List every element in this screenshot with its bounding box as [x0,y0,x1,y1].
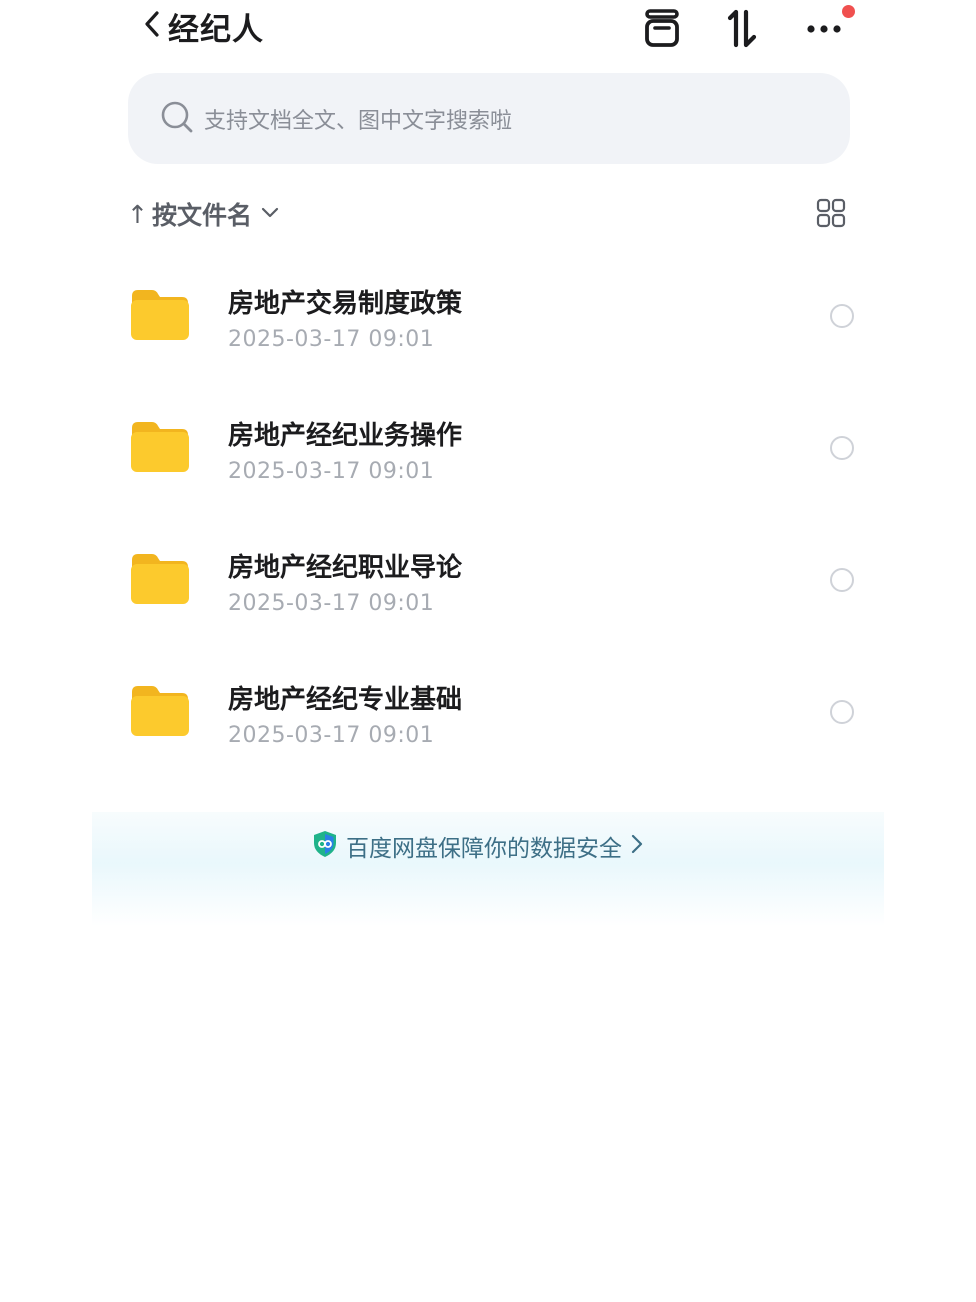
folder-icon [130,420,190,474]
chevron-left-icon [140,8,164,44]
notification-dot [842,5,855,18]
file-row[interactable]: 房地产经纪专业基础 2025-03-17 09:01 [0,646,976,778]
folder-icon [130,684,190,738]
select-checkbox[interactable] [830,436,854,460]
security-banner-link[interactable]: 百度网盘保障你的数据安全 [312,828,644,864]
top-bar: 经纪人 [0,0,976,60]
file-row[interactable]: 房地产经纪职业导论 2025-03-17 09:01 [0,514,976,646]
select-checkbox[interactable] [830,568,854,592]
transfer-box-icon [642,8,682,48]
file-date: 2025-03-17 09:01 [228,591,435,616]
sort-label: 按文件名 [151,201,252,230]
file-name: 房地产经纪专业基础 [228,685,463,715]
sort-order-button[interactable] [720,6,764,50]
file-row[interactable]: 房地产交易制度政策 2025-03-17 09:01 [0,250,976,382]
back-button[interactable]: 经纪人 [140,4,264,48]
search-icon [160,100,204,138]
sort-selector[interactable]: ↑ 按文件名 [127,192,280,236]
grid-view-toggle[interactable] [812,196,850,234]
grid-view-icon [816,198,846,232]
file-name: 房地产经纪业务操作 [228,421,463,451]
transfer-button[interactable] [640,6,684,50]
file-name: 房地产交易制度政策 [228,289,463,319]
file-browser-screen: 经纪人 支持文档全文、图中文字搜索啦 ↑ 按文件名 房地产交易制度政策 2025… [0,0,976,1302]
folder-icon [130,288,190,342]
shield-icon [312,830,346,862]
file-list: 房地产交易制度政策 2025-03-17 09:01 房地产经纪业务操作 202… [0,250,976,778]
select-checkbox[interactable] [830,304,854,328]
page-title: 经纪人 [168,11,264,48]
search-placeholder: 支持文档全文、图中文字搜索啦 [204,108,513,134]
file-date: 2025-03-17 09:01 [228,327,435,352]
search-bar[interactable]: 支持文档全文、图中文字搜索啦 [128,73,850,164]
file-row[interactable]: 房地产经纪业务操作 2025-03-17 09:01 [0,382,976,514]
chevron-right-icon [630,833,644,859]
file-date: 2025-03-17 09:01 [228,459,435,484]
chevron-down-icon [260,205,280,224]
sort-direction-icon: ↑ [127,199,148,229]
folder-icon [130,552,190,606]
sort-arrows-icon [722,8,762,48]
select-checkbox[interactable] [830,700,854,724]
more-button[interactable] [801,6,845,50]
security-banner-text: 百度网盘保障你的数据安全 [346,836,622,862]
file-name: 房地产经纪职业导论 [228,553,463,583]
more-dots-icon [803,8,843,48]
file-date: 2025-03-17 09:01 [228,723,435,748]
